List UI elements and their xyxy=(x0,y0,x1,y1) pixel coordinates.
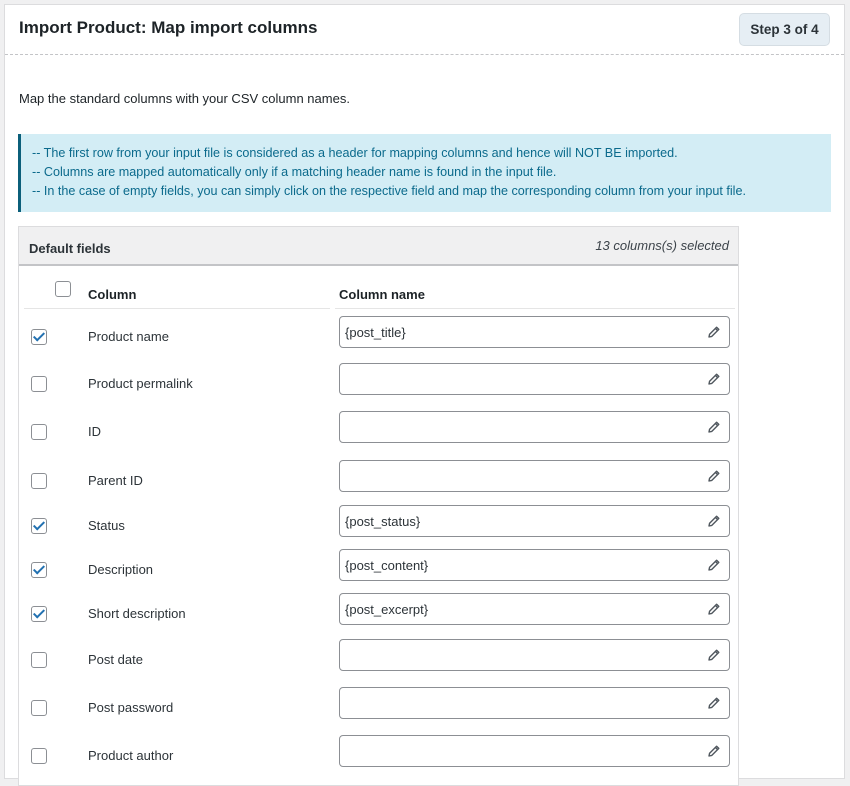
column-name-field[interactable] xyxy=(339,735,730,767)
selected-count: 13 columns(s) selected xyxy=(595,238,729,253)
field-value: {post_excerpt} xyxy=(345,602,429,617)
import-panel: Import Product: Map import columns Step … xyxy=(4,4,845,786)
panel-header: Import Product: Map import columns Step … xyxy=(5,5,844,55)
pencil-icon[interactable] xyxy=(707,648,721,662)
column-label: Product name xyxy=(88,329,169,344)
row-checkbox[interactable] xyxy=(31,606,47,622)
field-value: {post_content} xyxy=(345,558,429,573)
section-label: Default fields xyxy=(29,241,111,256)
column-label: Post date xyxy=(88,652,143,667)
column-name-field[interactable]: {post_title} xyxy=(339,316,730,348)
divider xyxy=(24,308,330,309)
column-label: ID xyxy=(88,424,101,439)
pencil-icon[interactable] xyxy=(707,514,721,528)
page-title: Import Product: Map import columns xyxy=(19,18,318,37)
info-notice: -- The first row from your input file is… xyxy=(18,134,831,212)
field-value: {post_title} xyxy=(345,325,406,340)
notice-line: -- The first row from your input file is… xyxy=(32,146,678,160)
column-name-field[interactable] xyxy=(339,687,730,719)
column-label: Product permalink xyxy=(88,376,193,391)
column-label: Post password xyxy=(88,700,174,715)
row-checkbox[interactable] xyxy=(31,518,47,534)
row-checkbox[interactable] xyxy=(31,652,47,668)
column-name-field[interactable]: {post_content} xyxy=(339,549,730,581)
column-name-field[interactable]: {post_status} xyxy=(339,505,730,537)
column-heading: Column xyxy=(88,287,137,302)
row-checkbox[interactable] xyxy=(31,473,47,489)
select-all-checkbox[interactable] xyxy=(55,281,71,297)
intro-text: Map the standard columns with your CSV c… xyxy=(19,91,350,106)
column-label: Short description xyxy=(88,606,186,621)
field-value: {post_status} xyxy=(345,514,421,529)
row-checkbox[interactable] xyxy=(31,562,47,578)
column-label: Parent ID xyxy=(88,473,143,488)
row-checkbox[interactable] xyxy=(31,424,47,440)
pencil-icon[interactable] xyxy=(707,420,721,434)
row-checkbox[interactable] xyxy=(31,376,47,392)
column-label: Status xyxy=(88,518,125,533)
column-name-field[interactable] xyxy=(339,460,730,492)
pencil-icon[interactable] xyxy=(707,372,721,386)
default-fields-header[interactable]: Default fields 13 columns(s) selected xyxy=(19,227,738,266)
column-header-row: Column Column name xyxy=(19,267,738,310)
notice-line: -- In the case of empty fields, you can … xyxy=(32,184,746,199)
row-checkbox[interactable] xyxy=(31,748,47,764)
row-checkbox[interactable] xyxy=(31,700,47,716)
pencil-icon[interactable] xyxy=(707,469,721,483)
column-label: Product author xyxy=(88,748,174,763)
pencil-icon[interactable] xyxy=(707,558,721,572)
pencil-icon[interactable] xyxy=(707,602,721,616)
column-name-field[interactable]: {post_excerpt} xyxy=(339,593,730,625)
pencil-icon[interactable] xyxy=(707,744,721,758)
divider xyxy=(335,308,735,309)
column-name-field[interactable] xyxy=(339,639,730,671)
pencil-icon[interactable] xyxy=(707,325,721,339)
column-label: Description xyxy=(88,562,154,577)
step-badge: Step 3 of 4 xyxy=(739,13,830,46)
mapping-table: Default fields 13 columns(s) selected Co… xyxy=(18,226,739,786)
column-name-field[interactable] xyxy=(339,411,730,443)
column-name-field[interactable] xyxy=(339,363,730,395)
column-name-heading: Column name xyxy=(339,287,425,302)
pencil-icon[interactable] xyxy=(707,696,721,710)
row-checkbox[interactable] xyxy=(31,329,47,345)
notice-line: -- Columns are mapped automatically only… xyxy=(32,165,557,180)
